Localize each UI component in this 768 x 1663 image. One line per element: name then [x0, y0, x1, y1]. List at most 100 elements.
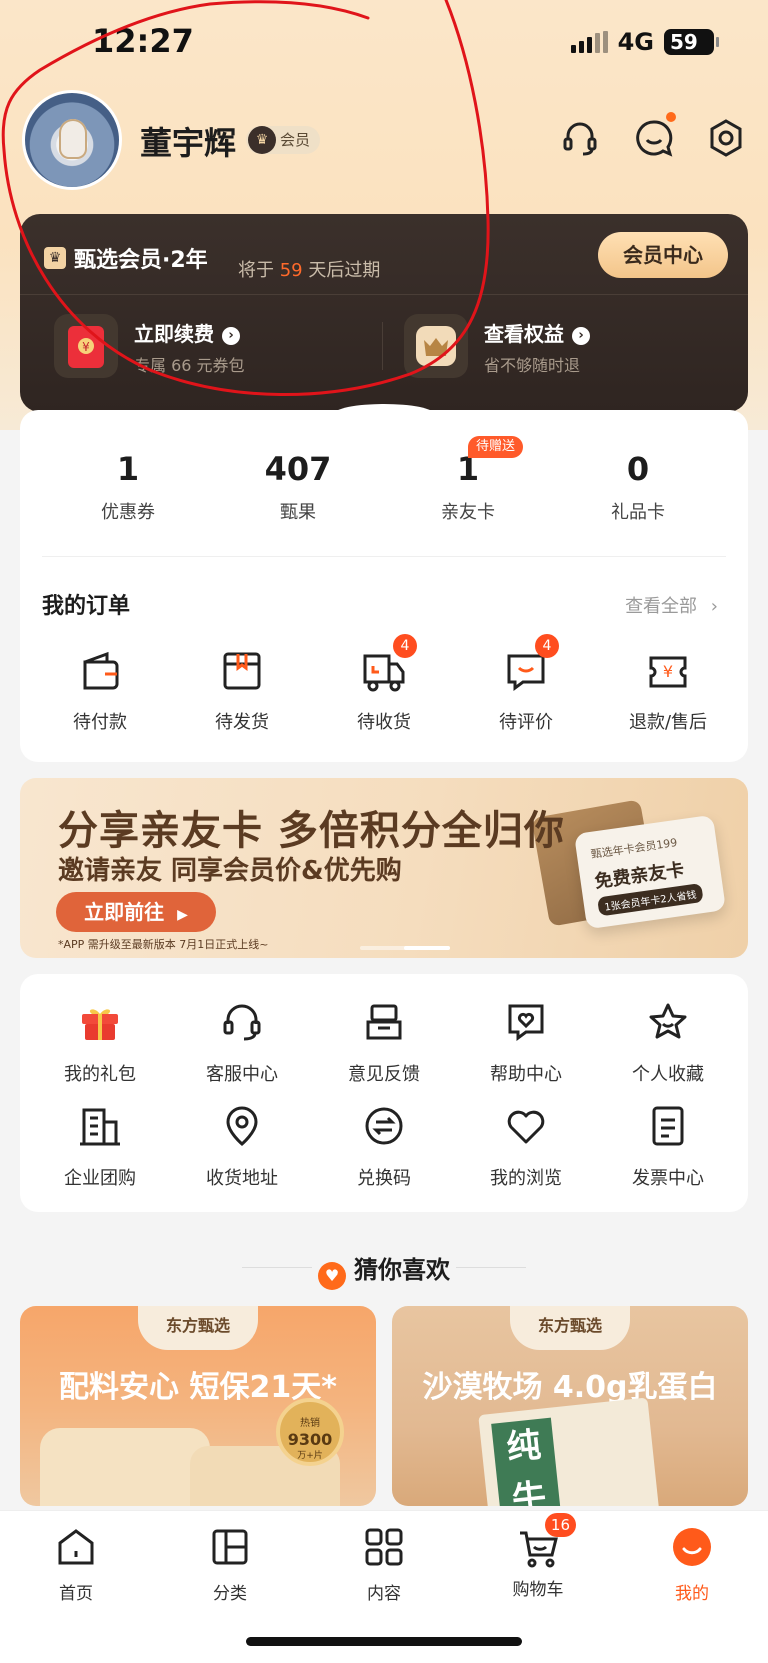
- product-card[interactable]: 东方甄选 沙漠牧场 4.0g乳蛋白 纯牛: [392, 1306, 748, 1506]
- battery-level: 59: [670, 30, 698, 54]
- seal-main: 9300: [287, 1430, 333, 1449]
- svg-text:¥: ¥: [82, 340, 90, 354]
- signal-icon: [570, 31, 608, 53]
- vip-badge-label: 会员: [280, 131, 311, 149]
- service-label: 企业团购: [64, 1168, 136, 1189]
- membership-crown-icon: ♛: [44, 247, 66, 269]
- exchange-icon: [365, 1107, 403, 1145]
- play-arrow-icon: ▶: [177, 907, 188, 923]
- banner-headline: 分享亲友卡 多倍积分全归你: [58, 808, 565, 854]
- milk-carton-image: 纯牛: [478, 1397, 660, 1506]
- renew-entry[interactable]: ¥ 立即续费 › 专属 66 元券包: [54, 314, 354, 382]
- location-pin-icon: [226, 1106, 258, 1146]
- vip-badge[interactable]: ♛ 会员: [246, 126, 321, 154]
- view-all-label: 查看全部: [625, 596, 698, 617]
- renew-title: 立即续费 ›: [134, 318, 240, 347]
- seal-sub: 万+片: [297, 1451, 323, 1461]
- benefits-entry[interactable]: 查看权益 › 省不够随时退: [404, 314, 704, 382]
- member-center-button[interactable]: 会员中心: [598, 232, 728, 278]
- service-redeem-code[interactable]: 兑换码: [324, 1104, 444, 1190]
- stat-value: 407: [264, 450, 332, 488]
- help-heart-icon: [508, 1004, 544, 1041]
- stat-label: 优惠券: [101, 502, 155, 523]
- order-label: 待收货: [357, 712, 411, 733]
- divider: [42, 556, 726, 557]
- view-all-orders-link[interactable]: 查看全部 ›: [625, 592, 718, 618]
- service-enterprise[interactable]: 企业团购: [40, 1104, 160, 1190]
- order-refund[interactable]: ¥ 退款/售后: [608, 648, 728, 734]
- stat-friend-card[interactable]: 1 亲友卡: [408, 450, 528, 524]
- order-label: 待评价: [499, 712, 553, 733]
- home-indicator[interactable]: [246, 1637, 522, 1646]
- membership-card: ♛ 甄选会员·2年 将于 59 天后过期 会员中心 ¥ 立即续费 › 专属 66 …: [20, 214, 748, 412]
- promo-banner[interactable]: 甄选年卡会员199 免费亲友卡 1张会员年卡2人省钱 分享亲友卡 多倍积分全归你…: [20, 778, 748, 958]
- order-label: 退款/售后: [628, 712, 708, 733]
- product-brand: 东方甄选: [510, 1306, 630, 1350]
- service-feedback[interactable]: 意见反馈: [324, 1000, 444, 1086]
- stat-points[interactable]: 407 甄果: [238, 450, 358, 524]
- recommend-title: ♥ 猜你喜欢: [0, 1250, 768, 1290]
- crown-gift-icon: [404, 314, 468, 378]
- invoice-icon: [652, 1106, 684, 1146]
- order-pending-receipt[interactable]: 4 待收货: [324, 634, 444, 734]
- tab-home[interactable]: 首页: [26, 1525, 126, 1604]
- stat-label: 亲友卡: [441, 502, 495, 523]
- stat-coupons[interactable]: 1 优惠券: [68, 450, 188, 524]
- service-invoice-center[interactable]: 发票中心: [608, 1104, 728, 1190]
- banner-subline: 邀请亲友 同享会员价&优先购: [58, 856, 402, 886]
- stat-label: 礼品卡: [611, 502, 665, 523]
- stat-label: 甄果: [280, 502, 316, 523]
- tab-content[interactable]: 内容: [334, 1525, 434, 1604]
- membership-title: ♛ 甄选会员·2年: [44, 242, 208, 274]
- tab-cart[interactable]: 16 购物车: [488, 1513, 588, 1600]
- order-pending-review[interactable]: 4 待评价: [466, 634, 586, 734]
- product-card[interactable]: 东方甄选 配料安心 短保21天* 热销 9300 万+片: [20, 1306, 376, 1506]
- service-help-center[interactable]: 帮助中心: [466, 1000, 586, 1086]
- stat-value: 0: [626, 450, 650, 488]
- chat-bubble-icon: [636, 120, 673, 157]
- service-address[interactable]: 收货地址: [182, 1104, 302, 1190]
- chevron-right-icon: ›: [572, 327, 590, 345]
- membership-expiry: 将于 59 天后过期: [238, 256, 380, 282]
- milk-pack-label: 纯牛: [491, 1417, 563, 1506]
- stat-gift-card[interactable]: 0 礼品卡: [578, 450, 698, 524]
- headset-icon: [223, 1004, 261, 1041]
- divider: [382, 322, 383, 370]
- service-customer-center[interactable]: 客服中心: [182, 1000, 302, 1086]
- expiry-prefix: 将于: [238, 260, 274, 281]
- heart-icon: [507, 1110, 545, 1144]
- headset-icon[interactable]: [560, 118, 600, 158]
- order-label: 待付款: [73, 712, 127, 733]
- avatar[interactable]: [22, 90, 122, 190]
- settings-icon[interactable]: [706, 118, 746, 158]
- tab-mine[interactable]: 我的: [642, 1525, 742, 1604]
- service-gift-pack[interactable]: 我的礼包: [40, 1000, 160, 1086]
- order-pending-shipment[interactable]: 待发货: [182, 648, 302, 734]
- review-chat-icon: 4: [503, 634, 559, 694]
- category-icon: [212, 1529, 248, 1565]
- crown-icon: ♛: [248, 126, 276, 154]
- recommend-title-text: 猜你喜欢: [354, 1256, 450, 1284]
- banner-go-button[interactable]: 立即前往 ▶: [56, 892, 216, 932]
- service-label: 我的礼包: [64, 1064, 136, 1085]
- service-browsing-history[interactable]: 我的浏览: [466, 1104, 586, 1190]
- tab-label: 内容: [367, 1584, 401, 1604]
- message-button[interactable]: [634, 112, 676, 158]
- renew-title-text: 立即续费: [134, 322, 214, 346]
- tab-category[interactable]: 分类: [180, 1525, 280, 1604]
- chevron-right-icon: ›: [222, 327, 240, 345]
- username[interactable]: 董宇辉: [140, 118, 236, 164]
- bread-image: [40, 1428, 210, 1506]
- service-favorites[interactable]: 个人收藏: [608, 1000, 728, 1086]
- stat-value: 1: [116, 450, 140, 488]
- sales-seal: 热销 9300 万+片: [276, 1398, 344, 1466]
- card-notch: [334, 404, 434, 424]
- content-grid-icon: [365, 1528, 403, 1566]
- friend-card-illustration: 甄选年卡会员199 免费亲友卡 1张会员年卡2人省钱: [574, 814, 726, 930]
- benefits-title: 查看权益 ›: [484, 318, 590, 347]
- chevron-right-icon: ›: [710, 596, 718, 617]
- order-pending-payment[interactable]: 待付款: [40, 648, 160, 734]
- status-time: 12:27: [92, 22, 194, 60]
- battery-icon: 59: [664, 29, 719, 55]
- divider: [20, 294, 748, 295]
